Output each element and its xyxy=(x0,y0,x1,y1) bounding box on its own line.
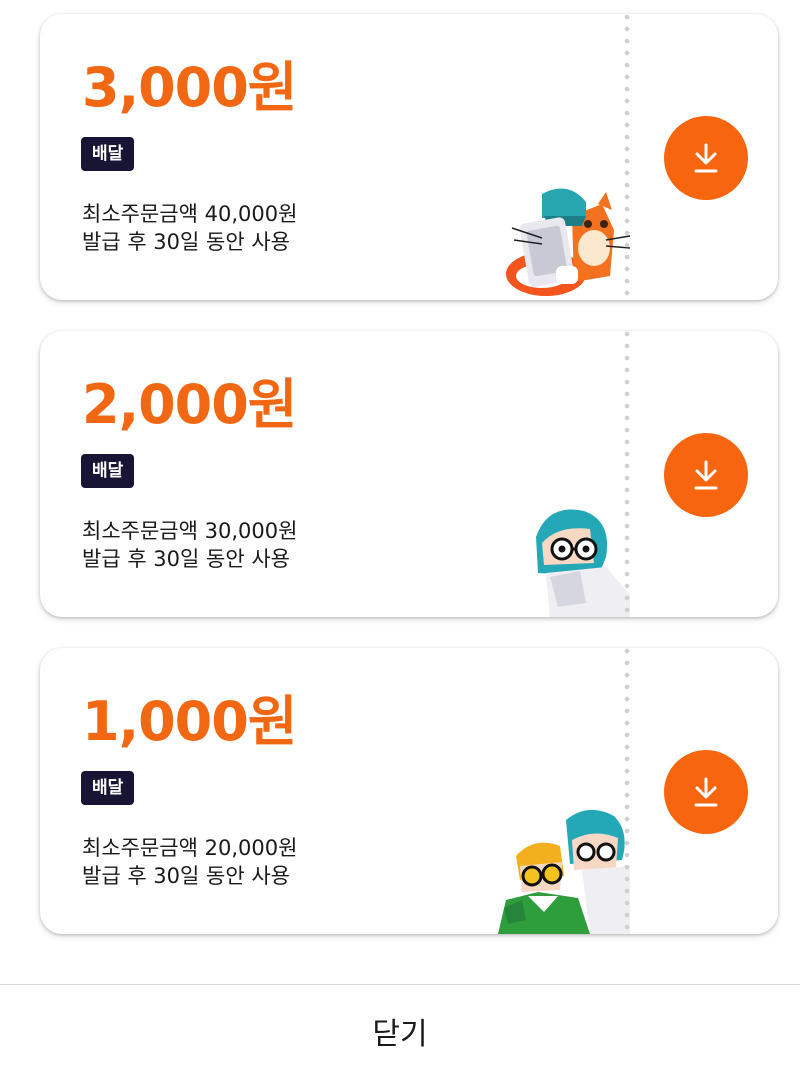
min-order-text: 최소주문금액 40,000원 xyxy=(82,202,298,226)
coupon-tag: 배달 xyxy=(81,771,135,805)
perforation-divider xyxy=(624,648,630,934)
download-coupon-button[interactable] xyxy=(664,750,748,834)
perforation-divider xyxy=(624,331,630,617)
two-characters-illustration xyxy=(498,808,630,934)
coupon-card: 3,000원 배달 최소주문금액 40,000원 발급 후 30일 동안 사용 xyxy=(40,14,778,300)
validity-text: 발급 후 30일 동안 사용 xyxy=(82,230,290,254)
download-icon xyxy=(692,459,720,491)
coupon-card: 2,000원 배달 최소주문금액 30,000원 발급 후 30일 동안 사용 xyxy=(40,331,778,617)
download-icon xyxy=(692,776,720,808)
coupon-tag: 배달 xyxy=(81,454,135,488)
download-coupon-button[interactable] xyxy=(664,433,748,517)
min-order-text: 최소주문금액 20,000원 xyxy=(82,836,298,860)
min-order-text: 최소주문금액 30,000원 xyxy=(82,519,298,543)
bottom-bar: 닫기 xyxy=(0,984,800,1068)
coupon-amount: 1,000원 xyxy=(82,690,297,753)
coupon-card: 1,000원 배달 최소주문금액 20,000원 발급 후 30일 동안 사용 xyxy=(40,648,778,934)
download-coupon-button[interactable] xyxy=(664,116,748,200)
download-icon xyxy=(692,142,720,174)
validity-text: 발급 후 30일 동안 사용 xyxy=(82,547,290,571)
cat-with-tablet-illustration xyxy=(502,186,631,300)
coupon-tag: 배달 xyxy=(81,137,135,171)
coupon-amount: 2,000원 xyxy=(82,373,297,436)
perforation-divider xyxy=(624,14,630,300)
close-button[interactable]: 닫기 xyxy=(0,985,800,1085)
peeking-character-illustration xyxy=(528,507,630,617)
validity-text: 발급 후 30일 동안 사용 xyxy=(82,864,290,888)
coupon-amount: 3,000원 xyxy=(82,56,297,119)
